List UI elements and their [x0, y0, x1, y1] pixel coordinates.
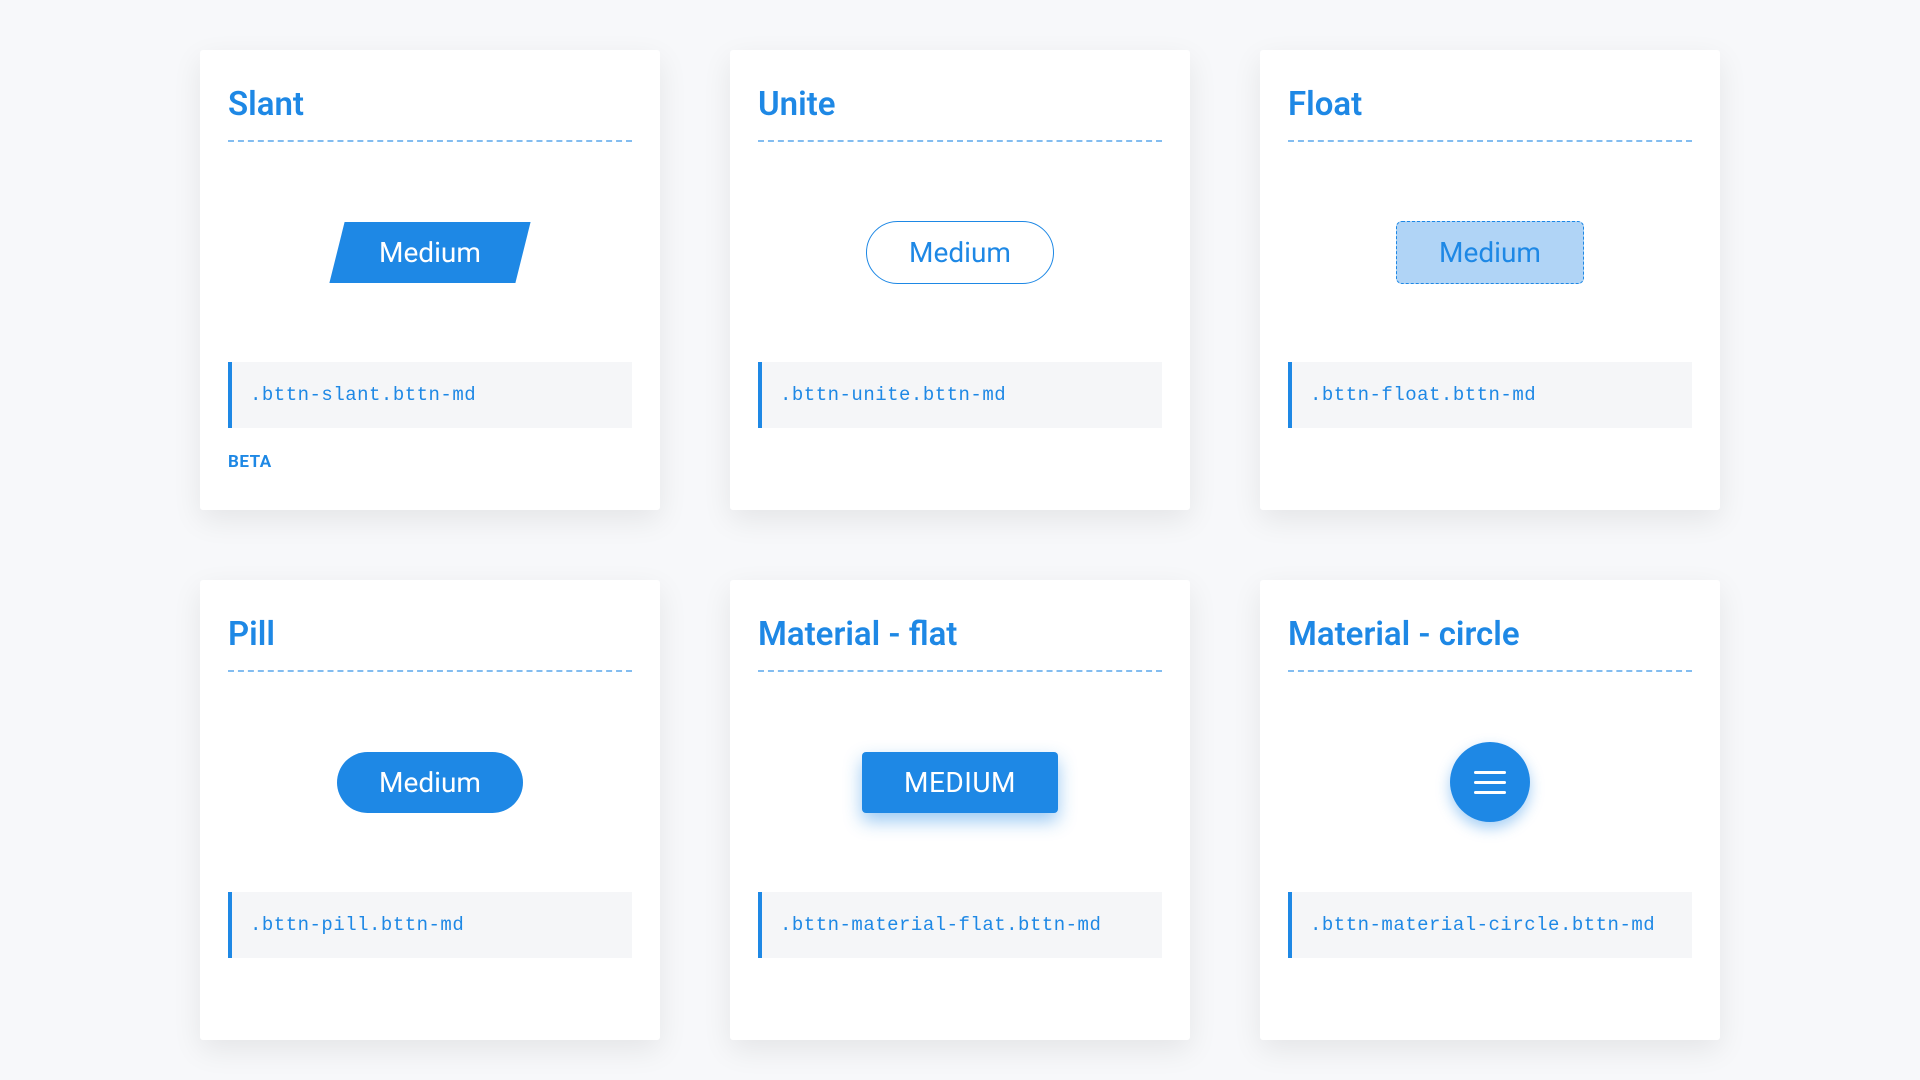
card-title: Slant — [228, 85, 632, 124]
divider — [758, 670, 1162, 672]
button-label: MEDIUM — [904, 766, 1016, 799]
card-float: Float Medium .bttn-float.bttn-md — [1260, 50, 1720, 510]
float-button[interactable]: Medium — [1396, 221, 1584, 284]
pill-button[interactable]: Medium — [337, 752, 523, 813]
unite-button[interactable]: Medium — [866, 221, 1054, 284]
class-code: .bttn-pill.bttn-md — [228, 892, 632, 958]
divider — [1288, 670, 1692, 672]
card-unite: Unite Medium .bttn-unite.bttn-md — [730, 50, 1190, 510]
beta-badge: BETA — [228, 452, 272, 472]
card-slant: Slant Medium .bttn-slant.bttn-md BETA — [200, 50, 660, 510]
card-grid: Slant Medium .bttn-slant.bttn-md BETA Un… — [200, 50, 1720, 1040]
divider — [228, 140, 632, 142]
card-title: Material - flat — [758, 615, 1162, 654]
button-label: Medium — [379, 766, 481, 799]
button-preview: Medium — [1288, 197, 1692, 307]
slant-button[interactable]: Medium — [329, 222, 530, 283]
card-pill: Pill Medium .bttn-pill.bttn-md — [200, 580, 660, 1040]
card-title: Float — [1288, 85, 1692, 124]
divider — [1288, 140, 1692, 142]
button-preview: MEDIUM — [758, 727, 1162, 837]
class-code: .bttn-slant.bttn-md — [228, 362, 632, 428]
button-preview: Medium — [758, 197, 1162, 307]
divider — [228, 670, 632, 672]
material-flat-button[interactable]: MEDIUM — [862, 752, 1058, 813]
class-code: .bttn-material-flat.bttn-md — [758, 892, 1162, 958]
card-title: Material - circle — [1288, 615, 1692, 654]
button-preview — [1288, 727, 1692, 837]
button-preview: Medium — [228, 197, 632, 307]
card-material-circle: Material - circle .bttn-material-circle.… — [1260, 580, 1720, 1040]
button-preview: Medium — [228, 727, 632, 837]
class-code: .bttn-material-circle.bttn-md — [1288, 892, 1692, 958]
class-code: .bttn-unite.bttn-md — [758, 362, 1162, 428]
card-title: Unite — [758, 85, 1162, 124]
button-label: Medium — [1439, 236, 1541, 269]
button-label: Medium — [909, 236, 1011, 269]
material-circle-button[interactable] — [1450, 742, 1530, 822]
divider — [758, 140, 1162, 142]
card-material-flat: Material - flat MEDIUM .bttn-material-fl… — [730, 580, 1190, 1040]
button-label: Medium — [379, 236, 481, 269]
menu-icon — [1474, 771, 1506, 794]
class-code: .bttn-float.bttn-md — [1288, 362, 1692, 428]
card-title: Pill — [228, 615, 632, 654]
